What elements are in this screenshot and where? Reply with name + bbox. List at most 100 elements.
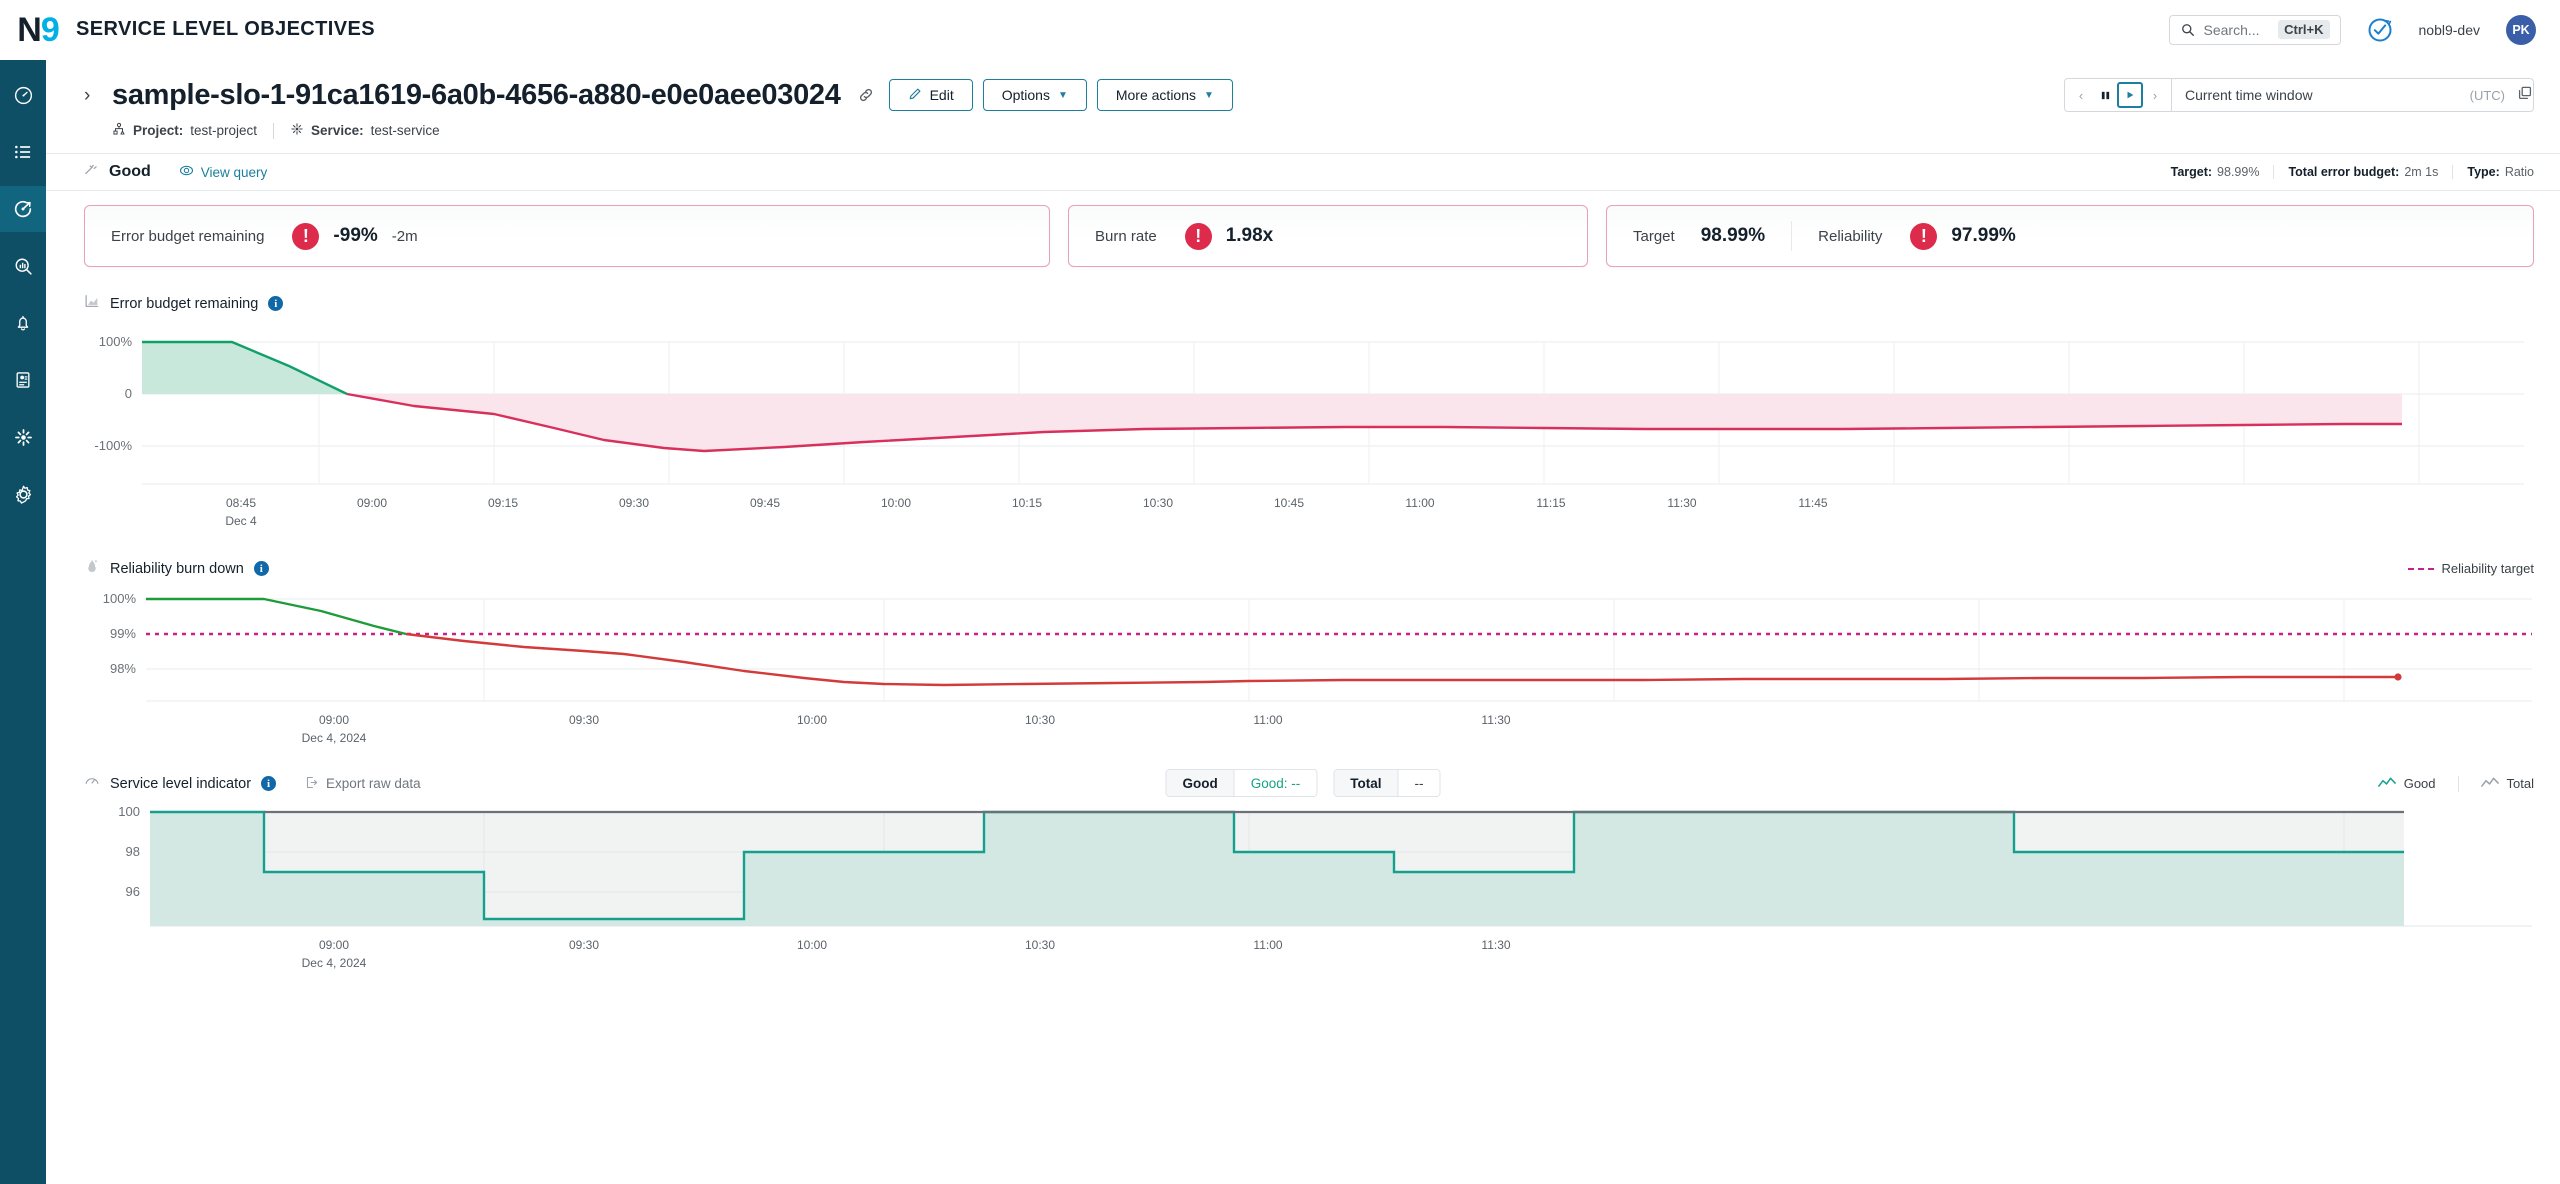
pencil-icon	[908, 87, 922, 104]
gear-icon	[13, 484, 34, 505]
sidebar	[0, 60, 46, 1184]
export-raw-data-button[interactable]: Export raw data	[304, 775, 421, 793]
sidebar-item-settings[interactable]	[0, 471, 46, 517]
project-meta: Project: test-project	[112, 122, 257, 139]
project-value[interactable]: test-project	[190, 123, 257, 138]
time-window-pause-button[interactable]	[2093, 82, 2117, 108]
slo-meta: Project: test-project Service: test-serv…	[112, 122, 2534, 139]
svg-text:100%: 100%	[99, 334, 133, 349]
x-tick: 09:00	[318, 713, 350, 727]
kpi-target-reliability: Target 98.99% Reliability ! 97.99%	[1606, 205, 2534, 267]
logo-digit-9: 9	[40, 10, 60, 49]
plugin-icon	[13, 427, 34, 448]
service-icon	[290, 122, 304, 139]
burn-down-x-axis: 09:00 Dec 4, 2024 09:30 10:00 10:30 11:0…	[84, 711, 2534, 745]
sidebar-item-alerts[interactable]	[0, 300, 46, 346]
good-toggle-label[interactable]: Good	[1166, 770, 1234, 796]
bell-icon	[13, 313, 33, 333]
copy-icon[interactable]	[2517, 85, 2533, 106]
svg-text:100: 100	[118, 804, 140, 819]
x-tick: 09:45	[749, 496, 781, 510]
sidebar-item-slo[interactable]	[0, 186, 46, 232]
svg-text:99%: 99%	[110, 626, 136, 641]
service-value[interactable]: test-service	[371, 123, 440, 138]
divider	[273, 122, 275, 139]
search-icon	[2181, 23, 2195, 37]
x-tick: 10:45	[1273, 496, 1305, 510]
sli-chart-svg: 100 98 96	[118, 804, 2532, 927]
avatar[interactable]: PK	[2506, 14, 2536, 45]
list-icon	[13, 142, 33, 162]
total-toggle-label[interactable]: Total	[1334, 770, 1398, 796]
svg-text:98: 98	[126, 844, 140, 859]
sidebar-item-catalog[interactable]	[0, 129, 46, 175]
legend-total[interactable]: Total	[2480, 776, 2534, 792]
sli-series-toggles: Good Good: -- Total --	[1165, 769, 1441, 797]
edit-button[interactable]: Edit	[888, 79, 973, 111]
divider	[2457, 775, 2459, 792]
info-icon[interactable]: i	[261, 776, 277, 791]
panel-title: Error budget remaining	[110, 295, 259, 312]
x-tick: 09:30	[568, 713, 600, 727]
line-chart-icon	[2480, 776, 2499, 792]
x-tick: 11:30	[1481, 938, 1511, 952]
total-toggle-value: --	[1397, 770, 1440, 796]
kpi-reliability-label: Reliability	[1818, 227, 1883, 245]
logo-letter-n: N	[17, 10, 42, 49]
burn-down-chart[interactable]: 100% 99% 98% 09:00 Dec 4, 2024 09:30 10:…	[84, 589, 2534, 745]
error-budget-chart[interactable]: 100% 0 -100% 08:45 Dec 4 09:00 09:15 09:…	[84, 324, 2534, 528]
panel-reliability-burn-down: Reliability burn down i Reliability targ…	[46, 558, 2560, 745]
chevron-right-icon[interactable]: ›	[84, 86, 106, 105]
export-icon	[304, 775, 319, 793]
x-axis-date-label: Dec 4	[225, 514, 257, 528]
eye-icon	[179, 163, 194, 181]
x-tick: 10:00	[796, 938, 828, 952]
x-axis-date-label: Dec 4, 2024	[301, 956, 367, 970]
service-meta: Service: test-service	[290, 122, 440, 139]
panel-header: Service level indicator i Export raw dat…	[84, 769, 2534, 797]
x-axis-date-label: Dec 4, 2024	[301, 731, 367, 745]
sidebar-item-integrations[interactable]	[0, 414, 46, 460]
report-icon	[13, 370, 33, 390]
info-icon[interactable]: i	[253, 561, 269, 576]
app-logo[interactable]: N9	[0, 13, 76, 47]
chevron-down-icon: ▼	[1057, 89, 1068, 101]
info-icon[interactable]: i	[268, 296, 284, 311]
options-button[interactable]: Options ▼	[982, 79, 1087, 111]
sidebar-item-dashboard[interactable]	[0, 72, 46, 118]
error-budget-x-axis: 08:45 Dec 4 09:00 09:15 09:30 09:45 10:0…	[84, 494, 2534, 528]
legend-reliability-target[interactable]: Reliability target	[2407, 561, 2534, 576]
edit-button-label: Edit	[929, 87, 954, 103]
sidebar-item-reports[interactable]	[0, 357, 46, 403]
sidebar-item-explore[interactable]	[0, 243, 46, 289]
slo-header: › sample-slo-1-91ca1619-6a0b-4656-a880-e…	[46, 60, 2560, 139]
panel-header: Reliability burn down i Reliability targ…	[84, 558, 2534, 579]
x-tick: 09:30	[618, 496, 650, 510]
search-placeholder: Search...	[2203, 21, 2260, 38]
search-input[interactable]: Search... Ctrl+K	[2168, 14, 2341, 45]
sli-chart[interactable]: 100 98 96 09:00 Dec 4, 2024 09:30 10:00 …	[84, 804, 2534, 970]
time-window-timezone: (UTC)	[2469, 87, 2505, 103]
view-query-link[interactable]: View query	[179, 163, 267, 181]
time-window-label[interactable]: Current time window	[2172, 87, 2470, 103]
x-tick: 10:30	[1024, 713, 1056, 727]
time-window-prev-button[interactable]: ‹	[2069, 82, 2093, 108]
sli-status: Good	[84, 162, 151, 183]
good-toggle[interactable]: Good Good: --	[1165, 769, 1318, 797]
total-toggle[interactable]: Total --	[1333, 769, 1441, 797]
x-tick: 11:15	[1536, 496, 1566, 510]
line-chart-icon	[2377, 776, 2396, 792]
sli-legend: Good Total	[2377, 775, 2534, 792]
project-icon	[112, 122, 126, 139]
panel-error-budget-remaining: Error budget remaining i 100% 0 -100% 08…	[46, 293, 2560, 528]
error-budget-value: 2m 1s	[2404, 165, 2439, 179]
check-circle-icon[interactable]	[2367, 17, 2393, 43]
legend-good[interactable]: Good	[2377, 776, 2436, 792]
x-tick: 09:00	[356, 496, 388, 510]
link-icon[interactable]	[857, 86, 875, 104]
time-window-play-button[interactable]	[2117, 82, 2143, 108]
kpi-target-label: Target	[1633, 227, 1675, 245]
time-window-next-button[interactable]: ›	[2143, 82, 2167, 108]
kpi-label: Burn rate	[1095, 227, 1157, 245]
more-actions-button[interactable]: More actions ▼	[1096, 79, 1233, 111]
